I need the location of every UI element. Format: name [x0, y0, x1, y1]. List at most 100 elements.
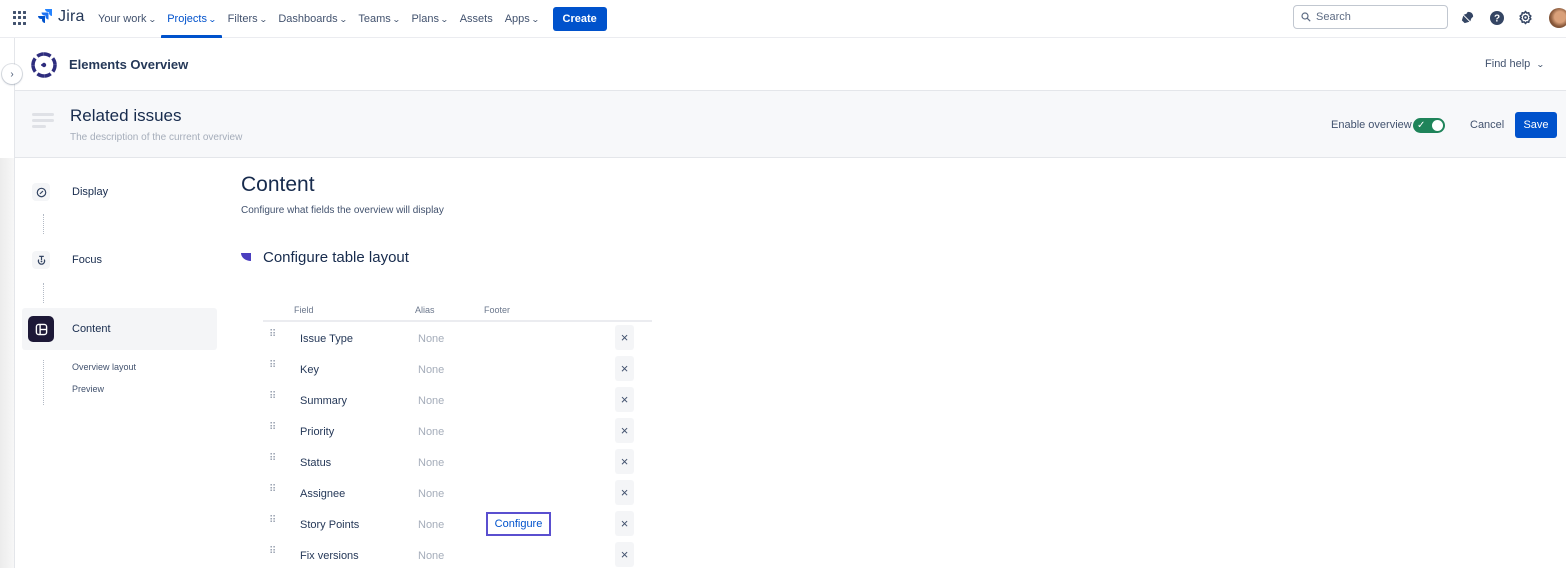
jira-logo[interactable]: Jira	[37, 8, 85, 26]
drag-handle-icon[interactable]: ⠿	[269, 423, 276, 433]
enable-overview-toggle[interactable]: ✓	[1413, 118, 1445, 133]
step-focus[interactable]: Focus	[22, 239, 217, 281]
content-description: Configure what fields the overview will …	[241, 205, 444, 216]
overview-description[interactable]: The description of the current overview	[70, 132, 242, 143]
step-connector	[43, 214, 44, 234]
alias-value[interactable]: None	[418, 333, 444, 345]
field-name: Issue Type	[300, 333, 353, 345]
app-header	[14, 38, 1566, 91]
nav-filters[interactable]: Filters ⌄	[222, 0, 273, 38]
remove-field-button[interactable]: ×	[615, 418, 634, 443]
layout-icon	[28, 316, 54, 342]
configure-footer-button[interactable]: Configure	[486, 512, 551, 536]
overview-drag-icon	[32, 113, 54, 131]
drag-handle-icon[interactable]: ⠿	[269, 361, 276, 371]
drag-handle-icon[interactable]: ⠿	[269, 485, 276, 495]
remove-field-button[interactable]: ×	[615, 480, 634, 505]
alias-value[interactable]: None	[418, 488, 444, 500]
nav-dashboards[interactable]: Dashboards ⌄	[272, 0, 352, 38]
check-icon: ✓	[1417, 120, 1426, 131]
field-name: Fix versions	[300, 550, 359, 562]
drag-handle-icon[interactable]: ⠿	[269, 547, 276, 557]
nav-teams[interactable]: Teams ⌄	[352, 0, 405, 38]
settings-icon[interactable]	[1517, 9, 1534, 26]
close-icon: ×	[620, 516, 629, 531]
elements-logo-icon	[31, 52, 57, 78]
chevron-down-icon: ⌄	[207, 14, 217, 24]
search-icon	[1301, 12, 1311, 22]
sidebar-edge-shadow	[0, 158, 14, 568]
close-icon: ×	[620, 423, 629, 438]
top-navigation: Jira Your work ⌄ Projects ⌄ Filters ⌄ Dashb…	[0, 0, 1566, 38]
chevron-down-icon: ⌄	[258, 14, 268, 24]
sub-step-overview-layout[interactable]: Overview layout	[72, 362, 136, 372]
remove-field-button[interactable]: ×	[615, 511, 634, 536]
chevron-down-icon: ⌄	[1536, 59, 1546, 69]
close-icon: ×	[620, 392, 629, 407]
drag-handle-icon[interactable]: ⠿	[269, 454, 276, 464]
toggle-knob	[1432, 120, 1443, 131]
app-switcher-icon[interactable]	[13, 11, 27, 25]
alias-value[interactable]: None	[418, 550, 444, 562]
step-label: Display	[72, 186, 109, 198]
nav-label: Dashboards	[278, 13, 338, 25]
notifications-icon[interactable]	[1459, 9, 1476, 26]
alias-value[interactable]: None	[418, 519, 444, 531]
chevron-down-icon: ⌄	[338, 14, 348, 24]
nav-label: Apps	[504, 13, 530, 25]
app-title: Elements Overview	[69, 57, 189, 72]
chevron-down-icon: ⌄	[391, 14, 401, 24]
column-header-alias: Alias	[415, 305, 435, 315]
field-name: Assignee	[300, 488, 346, 500]
gauge-icon	[32, 183, 50, 201]
overview-title[interactable]: Related issues	[70, 106, 182, 126]
search-input[interactable]	[1316, 11, 1446, 23]
remove-field-button[interactable]: ×	[615, 542, 634, 567]
content-title: Content	[241, 173, 315, 196]
sub-step-preview[interactable]: Preview	[72, 384, 104, 394]
find-help-label: Find help	[1485, 58, 1531, 70]
step-label: Content	[72, 323, 111, 335]
save-button[interactable]: Save	[1515, 112, 1557, 138]
create-button[interactable]: Create	[552, 7, 607, 31]
drag-handle-icon[interactable]: ⠿	[269, 516, 276, 526]
section-marker-icon	[241, 253, 251, 261]
field-name: Story Points	[300, 519, 360, 531]
close-icon: ×	[620, 330, 629, 345]
alias-value[interactable]: None	[418, 457, 444, 469]
nav-plans[interactable]: Plans ⌄	[405, 0, 453, 38]
table-row: ⠿ Assignee None ×	[263, 480, 652, 511]
table-header-divider	[263, 320, 652, 322]
find-help-dropdown[interactable]: Find help ⌄	[1485, 58, 1546, 70]
nav-projects[interactable]: Projects ⌄	[161, 0, 223, 38]
chevron-down-icon: ⌄	[439, 14, 449, 24]
nav-your-work[interactable]: Your work ⌄	[92, 0, 161, 38]
cancel-button[interactable]: Cancel	[1463, 113, 1511, 137]
chevron-down-icon: ⌄	[530, 14, 540, 24]
expand-sidebar-button[interactable]: ›	[2, 64, 22, 84]
primary-nav: Your work ⌄ Projects ⌄ Filters ⌄ Dashboards…	[92, 0, 607, 38]
svg-text:?: ?	[1493, 13, 1499, 24]
close-icon: ×	[620, 361, 629, 376]
step-content[interactable]: Content	[22, 308, 217, 350]
drag-handle-icon[interactable]: ⠿	[269, 330, 276, 340]
remove-field-button[interactable]: ×	[615, 325, 634, 350]
section-title: Configure table layout	[263, 249, 409, 266]
step-connector	[43, 360, 44, 405]
remove-field-button[interactable]: ×	[615, 449, 634, 474]
alias-value[interactable]: None	[418, 395, 444, 407]
field-name: Priority	[300, 426, 335, 438]
drag-handle-icon[interactable]: ⠿	[269, 392, 276, 402]
alias-value[interactable]: None	[418, 364, 444, 376]
step-display[interactable]: Display	[22, 171, 217, 213]
remove-field-button[interactable]: ×	[615, 356, 634, 381]
column-header-footer: Footer	[484, 305, 511, 315]
help-icon[interactable]: ?	[1488, 9, 1505, 26]
nav-apps[interactable]: Apps ⌄	[499, 0, 545, 38]
focus-icon	[32, 251, 50, 269]
alias-value[interactable]: None	[418, 426, 444, 438]
search-field[interactable]	[1293, 5, 1448, 29]
remove-field-button[interactable]: ×	[615, 387, 634, 412]
nav-assets[interactable]: Assets	[454, 0, 499, 38]
avatar[interactable]	[1549, 8, 1566, 28]
